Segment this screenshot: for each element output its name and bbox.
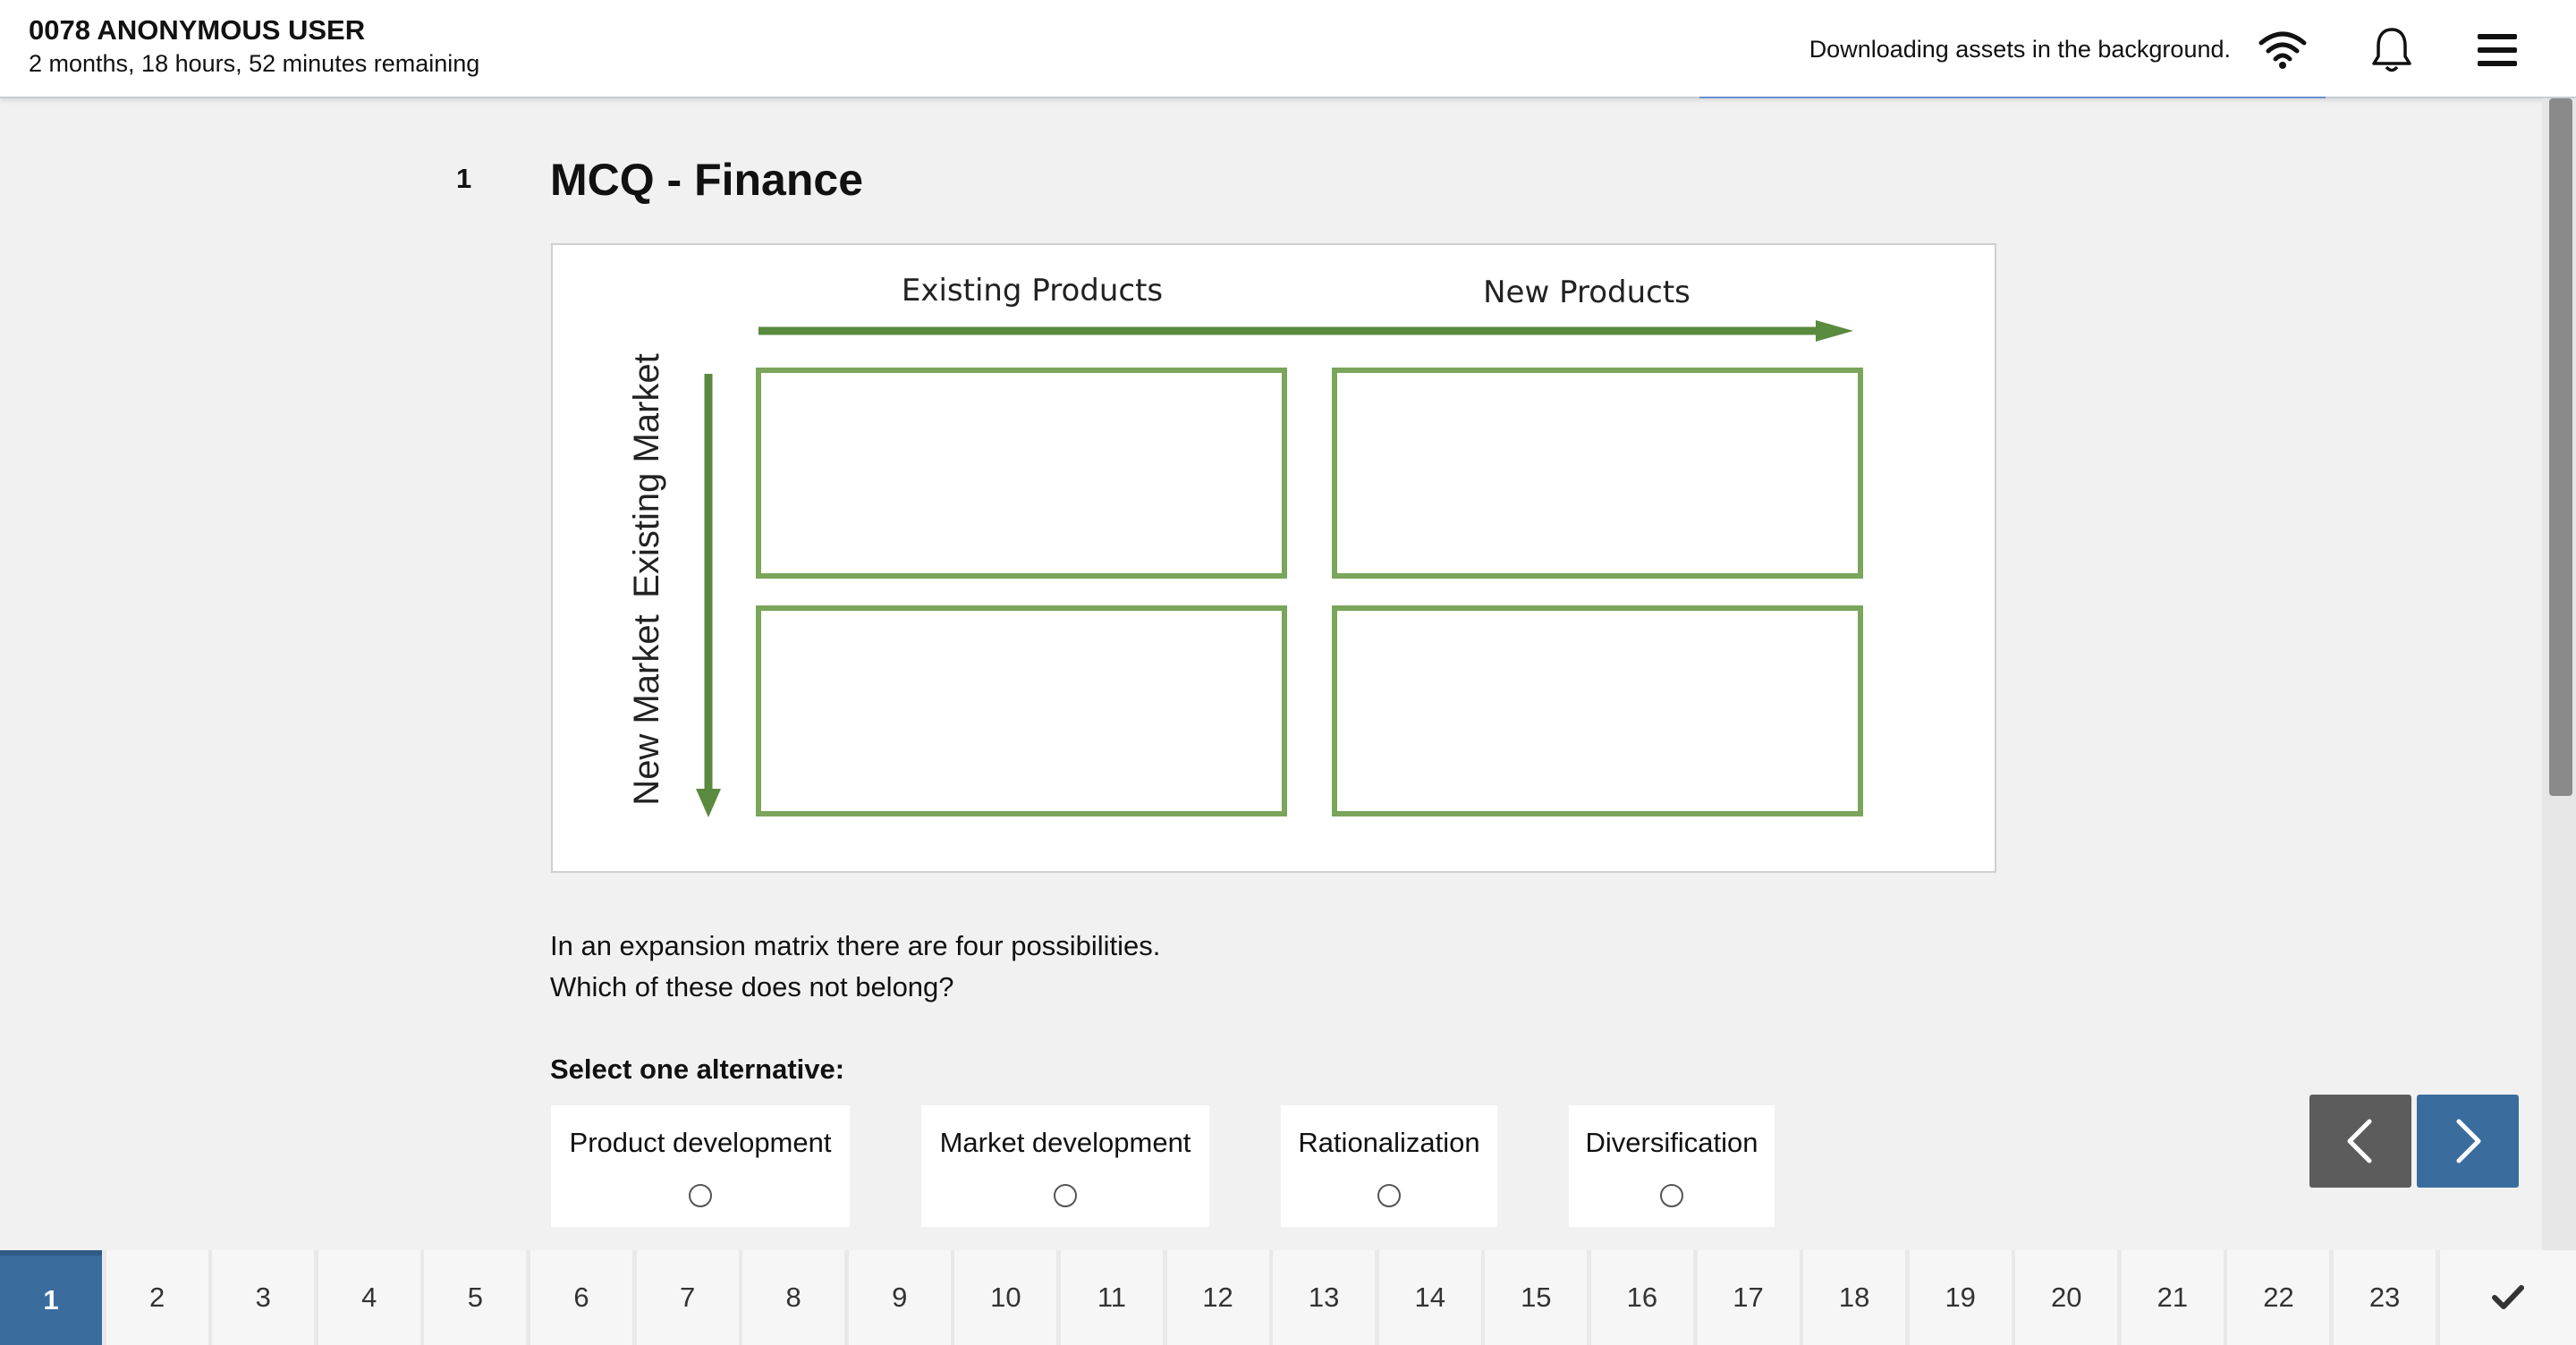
page-6-button[interactable]: 6 [530,1250,632,1345]
chevron-right-icon [2456,1119,2481,1163]
top-header: 0078 ANONYMOUS USER 2 months, 18 hours, … [0,0,2576,98]
time-remaining: 2 months, 18 hours, 52 minutes remaining [29,50,480,77]
matrix-cell-new-existing [1332,368,1863,579]
finish-checkmark-button[interactable] [2439,1250,2576,1345]
page-14-button[interactable]: 14 [1378,1250,1481,1345]
option-rationalization[interactable]: Rationalization [1281,1105,1497,1227]
option-radio[interactable] [689,1184,712,1207]
page-3-button[interactable]: 3 [212,1250,315,1345]
option-product-development[interactable]: Product development [551,1105,850,1227]
page-20-button[interactable]: 20 [2015,1250,2118,1345]
option-label: Diversification [1585,1127,1758,1158]
menu-icon[interactable] [2469,21,2526,79]
previous-question-button[interactable] [2309,1095,2411,1188]
matrix-cell-existing-existing [756,368,1287,579]
matrix-cell-existing-new [756,605,1287,816]
question-text-line-1: In an expansion matrix there are four po… [550,930,1161,961]
page-16-button[interactable]: 16 [1590,1250,1693,1345]
page-19-button[interactable]: 19 [1909,1250,2012,1345]
page-21-button[interactable]: 21 [2121,1250,2224,1345]
page-11-button[interactable]: 11 [1060,1250,1163,1345]
option-label: Product development [569,1127,832,1158]
matrix-col-header-existing: Existing Products [902,273,1163,309]
page-13-button[interactable]: 13 [1273,1250,1376,1345]
page-23-button[interactable]: 23 [2334,1250,2436,1345]
option-radio[interactable] [1377,1184,1401,1207]
bell-icon[interactable] [2363,21,2420,79]
option-diversification[interactable]: Diversification [1569,1105,1775,1227]
download-status: Downloading assets in the background. [1809,36,2231,63]
question-pager: 1 2 3 4 5 6 7 8 9 10 11 12 13 14 15 16 17 18 19 20 21 22 23 [0,1250,2576,1345]
page-15-button[interactable]: 15 [1485,1250,1588,1345]
page-1-button[interactable]: 1 [0,1250,102,1345]
page-9-button[interactable]: 9 [848,1250,951,1345]
next-question-button[interactable] [2417,1095,2519,1188]
horizontal-arrow-head [1816,320,1853,342]
question-text-line-2: Which of these does not belong? [550,971,954,1002]
page-22-button[interactable]: 22 [2227,1250,2330,1345]
option-label: Market development [939,1127,1191,1158]
page-8-button[interactable]: 8 [742,1250,845,1345]
matrix-row-header-existing: Existing Market [627,353,666,597]
page-12-button[interactable]: 12 [1166,1250,1269,1345]
question-number: 1 [456,163,472,194]
page-5-button[interactable]: 5 [424,1250,527,1345]
page-10-button[interactable]: 10 [954,1250,1057,1345]
page-18-button[interactable]: 18 [1803,1250,1906,1345]
matrix-col-header-new: New Products [1483,275,1690,310]
chevron-left-icon [2347,1119,2372,1163]
question-title: MCQ - Finance [550,155,864,205]
page-17-button[interactable]: 17 [1697,1250,1800,1345]
page-scrollbar[interactable] [2542,98,2576,1252]
expansion-matrix-image: Existing Products New Products Existing … [551,243,1996,873]
download-progress-line [1699,97,2326,98]
option-market-development[interactable]: Market development [921,1105,1209,1227]
matrix-cell-new-new [1332,605,1863,816]
option-radio[interactable] [1054,1184,1077,1207]
page-4-button[interactable]: 4 [318,1250,420,1345]
option-radio[interactable] [1660,1184,1683,1207]
user-name: 0078 ANONYMOUS USER [29,14,366,46]
checkmark-icon [2491,1285,2524,1309]
select-instruction: Select one alternative: [550,1053,845,1085]
option-label: Rationalization [1298,1127,1480,1158]
scrollbar-thumb[interactable] [2549,98,2572,796]
page-2-button[interactable]: 2 [106,1250,208,1345]
vertical-arrow-head [696,789,721,817]
wifi-icon[interactable] [2254,21,2311,79]
page-7-button[interactable]: 7 [636,1250,739,1345]
matrix-row-header-new: New Market [627,614,666,805]
